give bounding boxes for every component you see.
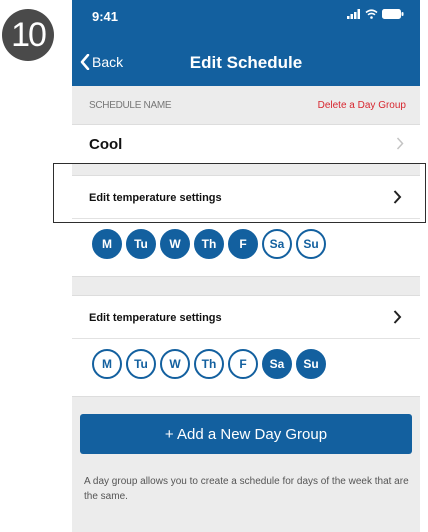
schedule-name-value: Cool: [89, 136, 123, 153]
edit-temperature-settings-label: Edit temperature settings: [89, 312, 222, 324]
schedule-name-row[interactable]: Cool: [72, 124, 420, 164]
day-toggle-saturday[interactable]: Sa: [262, 349, 292, 379]
status-time: 9:41: [92, 9, 119, 24]
wifi-icon: [365, 9, 378, 19]
day-selector: M Tu W Th F Sa Su: [92, 229, 326, 259]
day-toggle-friday[interactable]: F: [228, 229, 258, 259]
battery-icon: [382, 9, 404, 19]
day-toggle-saturday[interactable]: Sa: [262, 229, 292, 259]
chevron-right-icon: [396, 137, 404, 150]
day-group-help-text: A day group allows you to create a sched…: [84, 476, 409, 502]
signal-icon: [347, 9, 360, 19]
day-toggle-thursday[interactable]: Th: [194, 229, 224, 259]
status-bar: 9:41: [72, 0, 420, 40]
delete-day-group-link[interactable]: Delete a Day Group: [318, 100, 406, 111]
status-icons: [347, 9, 404, 19]
day-toggle-monday[interactable]: M: [92, 229, 122, 259]
step-number-badge: 10: [2, 9, 54, 61]
schedule-name-label: SCHEDULE NAME: [89, 100, 172, 111]
day-toggle-sunday[interactable]: Su: [296, 349, 326, 379]
day-toggle-monday[interactable]: M: [92, 349, 122, 379]
page-title: Edit Schedule: [189, 53, 303, 72]
day-toggle-friday[interactable]: F: [228, 349, 258, 379]
edit-temperature-settings-row[interactable]: Edit temperature settings: [72, 296, 420, 339]
callout-highlight-box: [53, 163, 426, 223]
phone-screen: 9:41 Back Edit Schedule SCHEDULE NAME De…: [72, 0, 420, 532]
day-toggle-wednesday[interactable]: W: [160, 349, 190, 379]
navigation-bar: Back Edit Schedule: [72, 40, 420, 86]
day-toggle-tuesday[interactable]: Tu: [126, 229, 156, 259]
add-day-group-button[interactable]: + Add a New Day Group: [80, 414, 412, 454]
chevron-right-icon: [393, 310, 402, 324]
schedule-name-section-header: SCHEDULE NAME Delete a Day Group: [72, 96, 420, 118]
day-selector: M Tu W Th F Sa Su: [92, 349, 326, 379]
day-toggle-tuesday[interactable]: Tu: [126, 349, 156, 379]
day-toggle-thursday[interactable]: Th: [194, 349, 224, 379]
day-toggle-sunday[interactable]: Su: [296, 229, 326, 259]
day-toggle-wednesday[interactable]: W: [160, 229, 190, 259]
day-group-card: Edit temperature settings M Tu W Th F Sa…: [72, 295, 420, 397]
